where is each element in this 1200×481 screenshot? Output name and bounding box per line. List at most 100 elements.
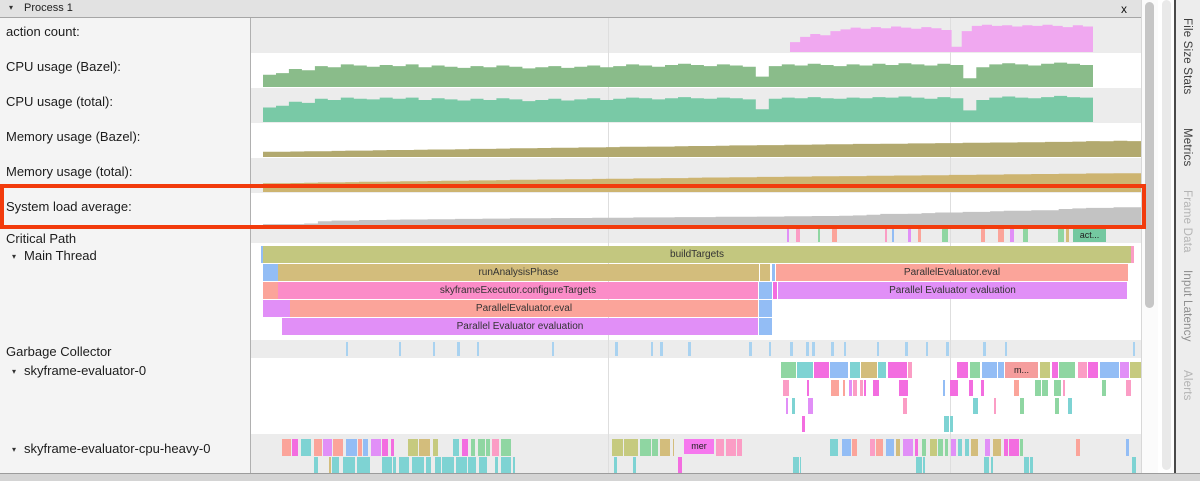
cpu-heavy-row1-tick bbox=[282, 439, 291, 456]
cpu-heavy-row1-tick bbox=[922, 439, 926, 456]
cpu-heavy-row1-tick bbox=[501, 439, 511, 456]
main-thread-slice-parallel-evaluator-evaluation[interactable]: Parallel Evaluator evaluation bbox=[778, 282, 1127, 299]
cpu-heavy-row1-tick bbox=[433, 439, 438, 456]
main-thread-slice-runanalysisphase[interactable]: runAnalysisPhase bbox=[278, 264, 759, 281]
gc-tick bbox=[831, 342, 834, 356]
main-thread-slice[interactable] bbox=[1131, 246, 1134, 263]
critical-path-badge[interactable]: act... bbox=[1073, 229, 1106, 242]
chart-memory-usage-bazel bbox=[263, 141, 1141, 157]
collapse-arrow-icon[interactable]: ▾ bbox=[12, 252, 16, 261]
main-thread-slice[interactable] bbox=[263, 282, 278, 299]
gc-tick bbox=[552, 342, 554, 356]
main-thread-slice-parallel-evaluator-evaluation[interactable]: Parallel Evaluator evaluation bbox=[282, 318, 758, 335]
main-thread-slice[interactable] bbox=[759, 318, 772, 335]
horizontal-scrollbar[interactable] bbox=[0, 473, 1200, 481]
collapse-arrow-icon[interactable]: ▾ bbox=[9, 3, 13, 12]
evaluator0-row2-tick bbox=[943, 380, 945, 396]
main-thread-slice-skyframeexecutor-configuretargets[interactable]: skyframeExecutor.configureTargets bbox=[278, 282, 758, 299]
main-thread-slice-parallelevaluator-eval[interactable]: ParallelEvaluator.eval bbox=[776, 264, 1128, 281]
track-label-skyframe-evaluator-cpu-heavy-0[interactable]: ▾skyframe-evaluator-cpu-heavy-0 bbox=[12, 441, 210, 456]
evaluator0-row4-tick bbox=[950, 416, 953, 432]
collapse-arrow-icon[interactable]: ▾ bbox=[12, 367, 16, 376]
cpu-heavy-row1-tick bbox=[292, 439, 298, 456]
track-label-cpu-usage-total: CPU usage (total): bbox=[6, 94, 113, 109]
evaluator0-row3-tick bbox=[808, 398, 813, 414]
close-button[interactable]: x bbox=[1121, 2, 1127, 16]
vertical-scrollbar-thumb[interactable] bbox=[1145, 2, 1154, 308]
main-thread-slice[interactable] bbox=[760, 264, 770, 281]
main-thread-slice[interactable] bbox=[759, 300, 772, 317]
main-thread-slice[interactable] bbox=[772, 264, 775, 281]
cpu-heavy-row1-tick bbox=[323, 439, 332, 456]
tab-file-size-stats[interactable]: File Size Stats bbox=[1181, 18, 1193, 95]
evaluator0-row3-tick bbox=[1020, 398, 1024, 414]
track-label-skyframe-evaluator-0[interactable]: ▾ skyframe-evaluator-0 bbox=[12, 363, 146, 378]
track-label-text: Main Thread bbox=[24, 248, 97, 263]
critical-path-tick bbox=[818, 229, 820, 242]
critical-path-tick bbox=[942, 229, 948, 242]
cpu-heavy-row2-tick bbox=[984, 457, 989, 473]
main-thread-slice[interactable] bbox=[263, 300, 290, 317]
evaluator0-row1-tick bbox=[850, 362, 860, 378]
collapse-arrow-icon[interactable]: ▾ bbox=[12, 445, 16, 454]
vertical-scrollbar[interactable] bbox=[1141, 0, 1158, 473]
cpu-heavy-row2-tick bbox=[501, 457, 511, 473]
trace-viewer-window: ▾ Process 1 x buildTargetsrunAnalysisPha… bbox=[0, 0, 1200, 481]
cpu-heavy-row1-tick bbox=[1004, 439, 1008, 456]
main-thread-slice-buildtargets[interactable]: buildTargets bbox=[263, 246, 1131, 263]
evaluator0-badge[interactable]: m... bbox=[1005, 362, 1038, 378]
critical-path-tick bbox=[918, 229, 921, 242]
cpu-heavy-row2-tick bbox=[923, 457, 925, 473]
cpu-heavy-row1-tick bbox=[382, 439, 388, 456]
outer-scrollbar-track[interactable] bbox=[1162, 0, 1171, 470]
cpu-heavy-row2-tick bbox=[332, 457, 339, 473]
cpu-heavy-row1-tick bbox=[492, 439, 499, 456]
tab-frame-data[interactable]: Frame Data bbox=[1181, 190, 1193, 253]
cpu-heavy-row1-tick bbox=[965, 439, 969, 456]
track-label-text: CPU usage (total): bbox=[6, 94, 113, 109]
cpu-heavy-row2-tick bbox=[800, 457, 801, 473]
track-label-memory-usage-total: Memory usage (total): bbox=[6, 164, 132, 179]
main-thread-slice[interactable] bbox=[773, 282, 777, 299]
evaluator0-row3-tick bbox=[1055, 398, 1059, 414]
track-label-text: Memory usage (total): bbox=[6, 164, 132, 179]
track-label-main-thread[interactable]: ▾ Main Thread bbox=[12, 248, 97, 263]
critical-path-tick bbox=[787, 229, 789, 242]
evaluator0-row3-tick bbox=[903, 398, 907, 414]
cpu-heavy-badge[interactable]: mer bbox=[684, 439, 714, 454]
tab-alerts[interactable]: Alerts bbox=[1181, 370, 1193, 401]
cpu-heavy-row1-tick bbox=[726, 439, 736, 456]
tab-metrics[interactable]: Metrics bbox=[1181, 128, 1193, 166]
evaluator0-row1-tick bbox=[982, 362, 997, 378]
critical-path-tick bbox=[885, 229, 887, 242]
main-thread-slice[interactable] bbox=[263, 264, 278, 281]
gc-tick bbox=[844, 342, 846, 356]
evaluator0-row1-tick bbox=[830, 362, 848, 378]
main-thread-slice-parallelevaluator-eval[interactable]: ParallelEvaluator.eval bbox=[290, 300, 758, 317]
gc-tick bbox=[1005, 342, 1007, 356]
process-header[interactable]: ▾ Process 1 x bbox=[0, 0, 1141, 18]
track-label-garbage-collector: Garbage Collector bbox=[6, 344, 112, 359]
cpu-heavy-row1-tick bbox=[716, 439, 724, 456]
evaluator0-row2-tick bbox=[1042, 380, 1048, 396]
gc-tick bbox=[477, 342, 479, 356]
highlight-annotation bbox=[0, 184, 1146, 229]
tab-input-latency[interactable]: Input Latency bbox=[1181, 270, 1193, 342]
cpu-heavy-row1-tick bbox=[346, 439, 357, 456]
evaluator0-row1-tick bbox=[888, 362, 907, 378]
gc-tick bbox=[651, 342, 653, 356]
track-label-text: skyframe-evaluator-0 bbox=[24, 363, 146, 378]
evaluator0-row4-tick bbox=[944, 416, 949, 432]
cpu-heavy-row1-tick bbox=[903, 439, 913, 456]
evaluator0-row1-tick bbox=[1130, 362, 1141, 378]
evaluator0-row3-tick bbox=[973, 398, 978, 414]
critical-path-tick bbox=[796, 229, 800, 242]
evaluator0-row2-tick bbox=[1054, 380, 1061, 396]
cpu-heavy-row1-tick bbox=[478, 439, 485, 456]
critical-path-tick bbox=[832, 229, 837, 242]
main-thread-slice[interactable] bbox=[759, 282, 772, 299]
cpu-heavy-row2-tick bbox=[678, 457, 682, 473]
gc-tick bbox=[688, 342, 691, 356]
cpu-heavy-row2-tick bbox=[329, 457, 331, 473]
cpu-heavy-row1-tick bbox=[842, 439, 851, 456]
